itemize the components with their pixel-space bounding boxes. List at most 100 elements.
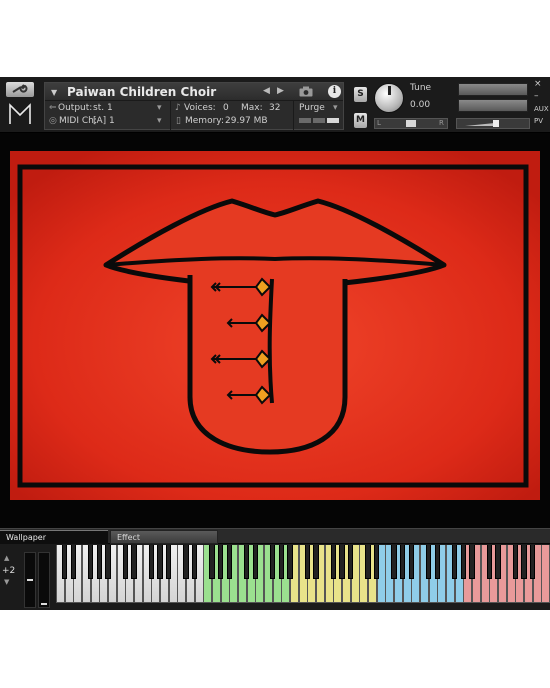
collapse-triangle-icon[interactable]: ▼ xyxy=(51,88,57,97)
solo-button[interactable]: S xyxy=(354,87,367,102)
midi-dropdown-icon[interactable]: ▾ xyxy=(157,116,162,126)
volume-fill xyxy=(465,123,495,126)
black-key[interactable] xyxy=(148,545,155,579)
piano-keyboard xyxy=(56,545,550,603)
black-key[interactable] xyxy=(486,545,493,579)
black-key[interactable] xyxy=(165,545,172,579)
black-key[interactable] xyxy=(226,545,233,579)
aux-button[interactable]: AUX xyxy=(534,105,549,113)
tab-bar: Wallpaper Effect xyxy=(0,528,550,544)
white-key[interactable] xyxy=(541,545,550,603)
output-label: Output: xyxy=(58,103,93,113)
instrument-logo xyxy=(9,103,31,124)
level-meter-right xyxy=(458,99,528,112)
tune-knob[interactable] xyxy=(374,83,404,113)
purge-status-bars xyxy=(299,118,341,123)
max-voices-value[interactable]: 32 xyxy=(269,103,280,113)
level-meter-left xyxy=(458,83,528,96)
keyboard-area: ▲ +2 ▼ xyxy=(0,544,550,610)
purge-button[interactable]: Purge xyxy=(299,103,325,113)
info-button[interactable]: i xyxy=(328,85,341,98)
pitch-bend-wheel[interactable] xyxy=(24,552,36,608)
mod-wheel[interactable] xyxy=(38,552,50,608)
black-key[interactable] xyxy=(521,545,527,579)
memory-label: Memory: xyxy=(185,116,224,126)
voices-icon: ♪ xyxy=(175,103,181,113)
purge-control[interactable]: Purge ▾ xyxy=(295,101,343,129)
volume-slider-thumb[interactable] xyxy=(493,120,499,127)
instrument-header: ▼ Paiwan Children Choir ◀ ▶ i ⇐ Output: … xyxy=(0,77,550,133)
black-key[interactable] xyxy=(209,545,215,579)
black-key[interactable] xyxy=(183,545,189,579)
black-key[interactable] xyxy=(408,545,415,579)
tune-label: Tune xyxy=(410,83,432,93)
octave-down-icon[interactable]: ▼ xyxy=(4,578,9,586)
black-key[interactable] xyxy=(96,545,103,579)
black-key[interactable] xyxy=(391,545,397,579)
mute-button[interactable]: M xyxy=(354,113,367,128)
tab-effect[interactable]: Effect xyxy=(110,530,218,544)
black-key[interactable] xyxy=(217,545,224,579)
black-key[interactable] xyxy=(157,545,163,579)
instrument-name[interactable]: Paiwan Children Choir xyxy=(67,85,216,99)
black-key[interactable] xyxy=(87,545,94,579)
output-dropdown-icon[interactable]: ▾ xyxy=(157,103,162,113)
kontakt-instrument-panel: ▼ Paiwan Children Choir ◀ ▶ i ⇐ Output: … xyxy=(0,77,550,610)
voices-value: 0 xyxy=(223,103,229,113)
tongue xyxy=(187,275,348,455)
black-key[interactable] xyxy=(287,545,293,579)
pan-right-label: R xyxy=(439,119,444,127)
black-key[interactable] xyxy=(243,545,250,579)
black-key[interactable] xyxy=(330,545,337,579)
black-key[interactable] xyxy=(191,545,198,579)
tab-wallpaper[interactable]: Wallpaper xyxy=(0,530,108,544)
tongue-center-line xyxy=(267,278,274,404)
black-key[interactable] xyxy=(495,545,501,579)
black-key[interactable] xyxy=(70,545,77,579)
memory-value: 29.97 MB xyxy=(225,116,268,126)
minimize-icon[interactable]: – xyxy=(534,91,539,101)
prev-instrument-icon[interactable]: ◀ xyxy=(263,86,270,96)
black-key[interactable] xyxy=(373,545,380,579)
pv-button[interactable]: PV xyxy=(534,117,543,125)
black-key[interactable] xyxy=(347,545,354,579)
midi-channel-label: MIDI Ch: xyxy=(59,116,97,126)
midi-channel-selector[interactable]: [A] 1 xyxy=(93,116,115,126)
midi-icon: ◎ xyxy=(49,116,57,126)
black-key[interactable] xyxy=(313,545,319,579)
black-key[interactable] xyxy=(460,545,467,579)
pan-slider[interactable]: L R xyxy=(374,118,448,129)
black-key[interactable] xyxy=(269,545,276,579)
black-key[interactable] xyxy=(399,545,406,579)
close-icon[interactable]: × xyxy=(534,79,542,89)
purge-dropdown-icon[interactable]: ▾ xyxy=(333,103,338,113)
black-key[interactable] xyxy=(122,545,129,579)
black-key[interactable] xyxy=(451,545,458,579)
black-key[interactable] xyxy=(339,545,345,579)
black-key[interactable] xyxy=(304,545,311,579)
voices-label: Voices: xyxy=(184,103,216,113)
black-key[interactable] xyxy=(105,545,111,579)
black-key[interactable] xyxy=(425,545,432,579)
black-key[interactable] xyxy=(252,545,259,579)
volume-slider[interactable] xyxy=(456,118,530,129)
octave-value: +2 xyxy=(2,566,16,576)
divider xyxy=(293,101,294,130)
black-key[interactable] xyxy=(469,545,475,579)
memory-icon: ▯ xyxy=(176,116,181,126)
output-selector[interactable]: st. 1 xyxy=(93,103,113,113)
octave-up-icon[interactable]: ▲ xyxy=(4,554,9,562)
pan-slider-thumb[interactable] xyxy=(406,120,416,127)
black-key[interactable] xyxy=(529,545,536,579)
black-key[interactable] xyxy=(131,545,137,579)
black-key[interactable] xyxy=(512,545,519,579)
wrench-icon xyxy=(12,84,28,93)
black-key[interactable] xyxy=(278,545,285,579)
wrench-button[interactable] xyxy=(6,82,34,97)
snapshot-camera-icon[interactable] xyxy=(299,86,313,97)
next-instrument-icon[interactable]: ▶ xyxy=(277,86,284,96)
tune-value: 0.00 xyxy=(410,100,431,110)
black-key[interactable] xyxy=(434,545,441,579)
black-key[interactable] xyxy=(61,545,68,579)
black-key[interactable] xyxy=(365,545,371,579)
